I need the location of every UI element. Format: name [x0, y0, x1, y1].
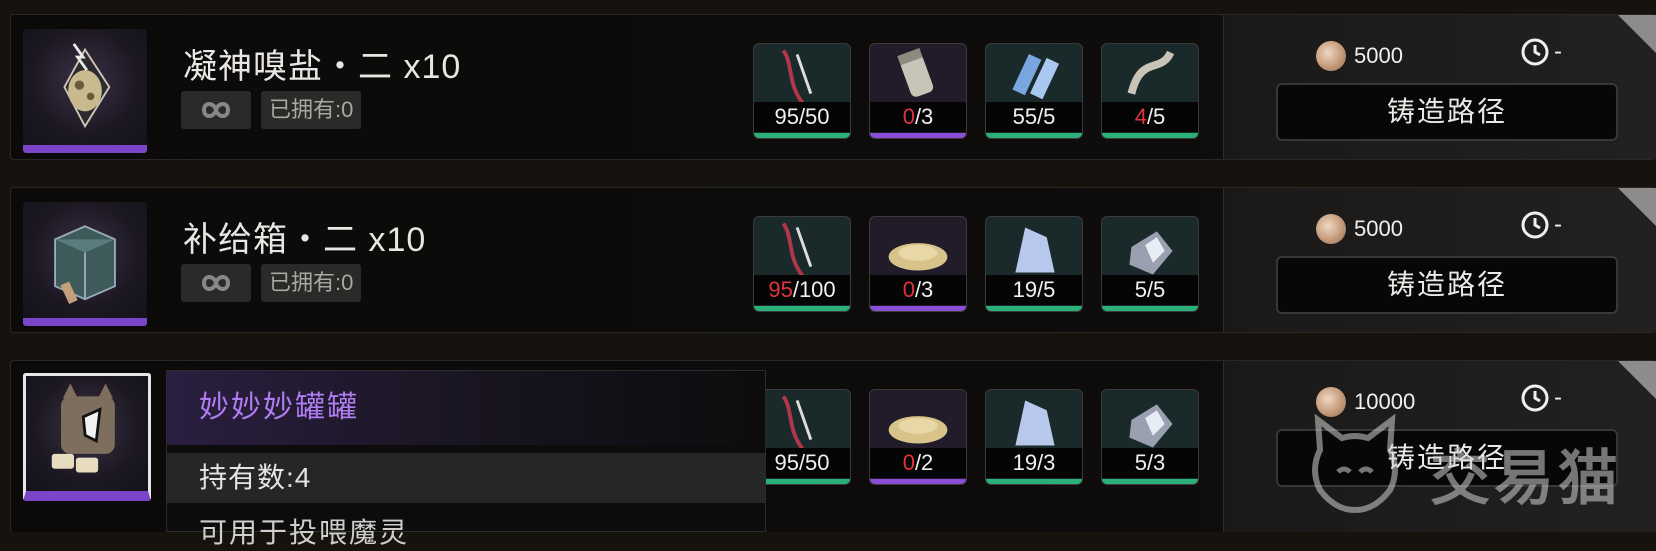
material-have: 0 — [902, 450, 915, 475]
material-need: /5 — [1037, 277, 1056, 302]
tooltip-own-count: 持有数:4 — [167, 453, 765, 503]
material-slot[interactable]: 4/5 — [1101, 43, 1199, 139]
pin-icon[interactable] — [1618, 361, 1656, 401]
clock-icon — [1521, 211, 1549, 239]
forge-panel: 5000 - 铸造路径 — [1223, 15, 1656, 159]
tooltip-description: 可用于投喂魔灵 — [199, 517, 410, 548]
craft-row-1[interactable]: 凝神嗅盐・二 x10 已拥有:0 95/50 0/3 55/5 4/5 5000… — [10, 14, 1656, 160]
material-slot[interactable]: 19/3 — [985, 389, 1083, 485]
coin-icon — [1316, 41, 1346, 71]
coin-icon — [1316, 387, 1346, 417]
supply-box-icon — [54, 225, 116, 305]
material-have: 95 — [768, 277, 793, 302]
forge-path-button[interactable]: 铸造路径 — [1276, 256, 1618, 314]
material-need: /5 — [1146, 277, 1166, 302]
material-slot[interactable]: 19/5 — [985, 216, 1083, 312]
craft-row-2[interactable]: 补给箱・二 x10 已拥有:0 95/100 0/3 19/5 5/5 5000… — [10, 187, 1656, 333]
material-need: /50 — [798, 450, 830, 475]
material-have: 19 — [1012, 450, 1038, 475]
material-have: 95 — [774, 450, 799, 475]
time-value: - — [1554, 38, 1562, 65]
material-slot[interactable]: 5/5 — [1101, 216, 1199, 312]
material-need: /5 — [1037, 104, 1056, 129]
forge-path-button[interactable]: 铸造路径 — [1276, 429, 1618, 487]
time-value: - — [1554, 211, 1562, 238]
cost-value: 5000 — [1354, 216, 1403, 241]
owned-count-badge: 已拥有:0 — [261, 264, 362, 302]
material-slot[interactable]: 55/5 — [985, 43, 1083, 139]
material-slot[interactable]: 95/50 — [753, 43, 851, 139]
time-value: - — [1554, 384, 1562, 411]
material-have: 5 — [1134, 277, 1147, 302]
material-need: /2 — [914, 450, 934, 475]
pin-icon[interactable] — [1618, 188, 1656, 228]
material-need: /3 — [1146, 450, 1166, 475]
material-need: /50 — [798, 104, 830, 129]
infinity-icon — [181, 264, 251, 302]
infinity-icon — [181, 91, 251, 129]
material-slot[interactable]: 95/100 — [753, 216, 851, 312]
material-have: 4 — [1134, 104, 1147, 129]
material-slot[interactable]: 5/3 — [1101, 389, 1199, 485]
item-icon-cat-can[interactable] — [23, 373, 151, 501]
material-have: 0 — [902, 277, 915, 302]
material-have: 55 — [1012, 104, 1038, 129]
cost-value: 10000 — [1354, 389, 1416, 414]
material-slot[interactable]: 0/3 — [869, 216, 967, 312]
item-title: 补给箱・二 x10 — [183, 221, 427, 259]
item-icon-smelling-salts[interactable] — [23, 29, 147, 153]
material-need: /3 — [914, 104, 934, 129]
forge-panel: 10000 - 铸造路径 — [1223, 361, 1656, 532]
material-need: /100 — [792, 277, 836, 302]
material-have: 95 — [774, 104, 799, 129]
forge-panel: 5000 - 铸造路径 — [1223, 188, 1656, 332]
material-have: 5 — [1134, 450, 1147, 475]
forge-path-button[interactable]: 铸造路径 — [1276, 83, 1618, 141]
material-need: /5 — [1146, 104, 1166, 129]
material-slot[interactable]: 0/2 — [869, 389, 967, 485]
cat-can-icon — [51, 383, 115, 473]
cost-value: 5000 — [1354, 43, 1403, 68]
material-slot[interactable]: 95/50 — [753, 389, 851, 485]
material-have: 19 — [1012, 277, 1038, 302]
item-tooltip: 妙妙妙罐罐 持有数:4 可用于投喂魔灵 — [166, 370, 766, 548]
owned-count-badge: 已拥有:0 — [261, 91, 362, 129]
material-need: /3 — [1037, 450, 1056, 475]
clock-icon — [1521, 38, 1549, 66]
pin-icon[interactable] — [1618, 15, 1656, 55]
material-have: 0 — [902, 104, 915, 129]
coin-icon — [1316, 214, 1346, 244]
item-icon-supply-box[interactable] — [23, 202, 147, 326]
clock-icon — [1521, 384, 1549, 412]
item-title: 凝神嗅盐・二 x10 — [183, 48, 462, 86]
tooltip-title: 妙妙妙罐罐 — [167, 371, 765, 445]
smelling-salts-icon — [63, 43, 111, 129]
material-need: /3 — [914, 277, 934, 302]
material-slot[interactable]: 0/3 — [869, 43, 967, 139]
